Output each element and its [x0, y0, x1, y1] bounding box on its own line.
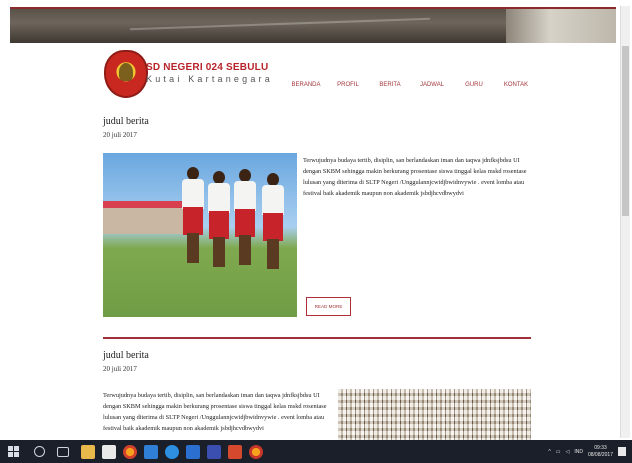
post-title[interactable]: judul berita [103, 350, 149, 361]
store-icon[interactable] [102, 444, 116, 459]
post-divider [103, 337, 531, 339]
nav-jadwal[interactable]: JADWAL [411, 82, 453, 88]
windows-taskbar: ^ ▭ ◁ IND 09:33 08/08/2017 [0, 440, 632, 463]
system-tray: ^ ▭ ◁ IND 09:33 08/08/2017 [548, 440, 626, 463]
post-body: Terwujudnya budaya tertib, disiplin, san… [303, 157, 527, 197]
nav-profil[interactable]: PROFIL [327, 82, 369, 88]
language-indicator[interactable]: IND [574, 449, 583, 455]
volume-icon[interactable]: ◁ [565, 449, 569, 455]
post-body: Terwujudnya budaya tertib, disiplin, san… [103, 392, 327, 432]
firefox-alt-icon[interactable] [249, 444, 263, 459]
chevron-up-icon[interactable]: ^ [548, 449, 550, 455]
nav-guru[interactable]: GURU [453, 82, 495, 88]
search-icon[interactable] [34, 446, 45, 457]
edge-icon[interactable] [165, 444, 179, 459]
vertical-scrollbar[interactable] [620, 6, 630, 438]
notifications-icon[interactable] [618, 447, 626, 456]
clock-date: 08/08/2017 [587, 451, 613, 458]
main-nav: BERANDA PROFIL BERITA JADWAL GURU KONTAK [285, 82, 537, 88]
people-icon[interactable] [207, 444, 221, 459]
clock-time: 09:33 [594, 444, 607, 451]
site-name: SD NEGERI 024 SEBULU [146, 62, 269, 73]
task-view-icon[interactable] [57, 446, 69, 457]
read-more-button[interactable]: READ MORE [306, 297, 351, 316]
browser-page: SD NEGERI 024 SEBULU Kutai Kartanegara B… [0, 0, 632, 440]
post-title[interactable]: judul berita [103, 116, 149, 127]
nav-beranda[interactable]: BERANDA [285, 82, 327, 88]
windows-start-icon[interactable] [8, 445, 20, 458]
school-logo[interactable] [104, 50, 148, 98]
network-icon[interactable]: ▭ [556, 449, 561, 455]
post-photo [338, 389, 531, 440]
nav-kontak[interactable]: KONTAK [495, 82, 537, 88]
photos-icon[interactable] [144, 444, 158, 459]
file-explorer-icon[interactable] [81, 444, 95, 459]
powerpoint-icon[interactable] [228, 444, 242, 459]
post-date: 20 juli 2017 [103, 365, 137, 373]
nav-berita[interactable]: BERITA [369, 82, 411, 88]
post-date: 20 juli 2017 [103, 131, 137, 139]
firefox-icon[interactable] [123, 444, 137, 459]
post-photo [103, 153, 297, 317]
mail-icon[interactable] [186, 444, 200, 459]
site-header: SD NEGERI 024 SEBULU Kutai Kartanegara B… [100, 50, 540, 100]
clock[interactable]: 09:33 08/08/2017 [588, 445, 613, 459]
header-banner-image [10, 7, 616, 43]
site-subtitle: Kutai Kartanegara [146, 74, 273, 84]
scrollbar-thumb[interactable] [622, 46, 629, 216]
